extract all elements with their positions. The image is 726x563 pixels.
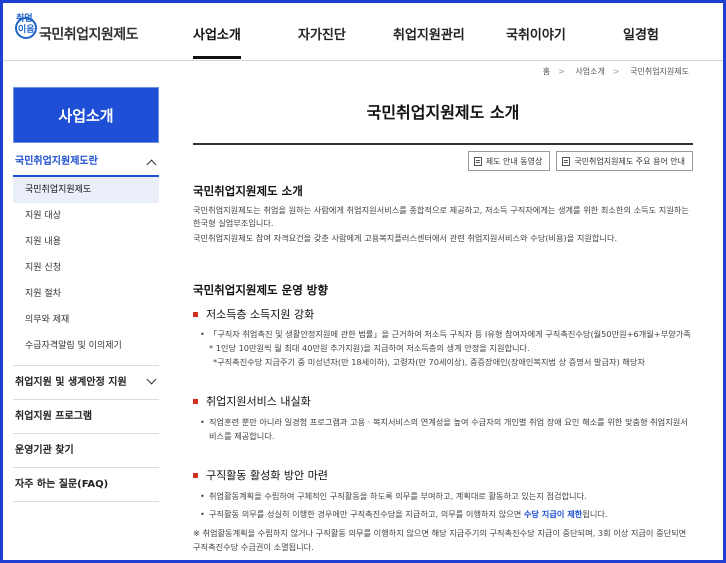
nav-item-stories[interactable]: 국취이야기 — [506, 24, 566, 43]
direction-2-label: 취업지원서비스 내실화 — [206, 395, 311, 408]
page-frame: 취업 이음 국민취업지원제도 사업소개 자가진단 취업지원관리 국취이야기 일경… — [0, 0, 726, 563]
sidebar-group-find-agency[interactable]: 운영기관 찾기 — [13, 434, 159, 468]
intro-paragraph-1: 국민취업지원제도는 취업을 원하는 사람에게 취업지원서비스를 종합적으로 제공… — [193, 205, 689, 228]
logo-text: 국민취업지원제도 — [39, 27, 139, 43]
document-icon — [473, 156, 482, 166]
video-guide-button[interactable]: 제도 안내 동영상 — [467, 151, 551, 171]
breadcrumb: 홈 > 사업소개 > 국민취업지원제도 — [539, 66, 693, 77]
red-square-bullet-icon — [193, 398, 198, 404]
breadcrumb-current: 국민취업지원제도 — [630, 67, 689, 76]
nav-item-intro[interactable]: 사업소개 — [193, 24, 241, 59]
nav-item-self-check[interactable]: 자가진단 — [298, 24, 346, 43]
terms-guide-label: 국민취업지원제도 주요 용어 안내 — [574, 156, 685, 166]
terms-guide-button[interactable]: 국민취업지원제도 주요 용어 안내 — [556, 151, 693, 171]
breadcrumb-intro[interactable]: 사업소개 — [575, 67, 604, 76]
nav-item-support-management[interactable]: 취업지원관리 — [393, 24, 465, 43]
video-guide-label: 제도 안내 동영상 — [485, 156, 543, 166]
sidebar-item-eligibility[interactable]: 지원 대상 — [13, 203, 159, 229]
direction-1-item-1: 「구직자 취업촉진 및 생활안정지원에 관한 법률」을 근거하여 저소득 구직자… — [200, 327, 693, 355]
sidebar-group-program[interactable]: 국민취업지원제도란 — [13, 147, 159, 177]
red-square-bullet-icon — [193, 472, 198, 478]
direction-3-item-2-end: 됩니다. — [582, 509, 608, 519]
sidebar-sub-list: 국민취업지원제도 지원 대상 지원 내용 지원 신청 지원 절차 의무와 제재 … — [13, 177, 159, 366]
direction-2-title: 취업지원서비스 내실화 — [193, 393, 311, 409]
sidebar-item-objection[interactable]: 수급자격알림 및 이의제기 — [13, 333, 159, 359]
nav-item-work-experience[interactable]: 일경험 — [623, 24, 659, 43]
sidebar-group-livelihood[interactable]: 취업지원 및 생계안정 지원 — [13, 366, 159, 400]
title-divider — [193, 143, 693, 145]
breadcrumb-separator-icon: > — [558, 67, 565, 76]
direction-heading: 국민취업지원제도 운영 방향 — [193, 283, 328, 297]
direction-1-label: 저소득층 소득지원 강화 — [206, 308, 315, 321]
direction-3-item-2-text: 구직활동 의무를 성실히 이행한 경우에만 구직촉진수당을 지급하고, 의무를 … — [209, 509, 524, 519]
direction-3-label: 구직활동 활성화 방안 마련 — [206, 469, 328, 482]
site-logo[interactable]: 취업 이음 국민취업지원제도 — [13, 9, 153, 49]
sidebar-group-faq[interactable]: 자주 하는 질문(FAQ) — [13, 468, 159, 502]
logo-line2: 이음 — [18, 25, 35, 35]
logo-mark-icon: 취업 이음 — [13, 9, 41, 43]
direction-3-title: 구직활동 활성화 방안 마련 — [193, 467, 328, 483]
direction-2-item-1: 직업훈련 뿐만 아니라 일경험 프로그램과 고용 · 복지서비스의 연계성을 높… — [200, 415, 693, 443]
sidebar-item-support-content[interactable]: 지원 내용 — [13, 229, 159, 255]
action-buttons: 제도 안내 동영상 국민취업지원제도 주요 용어 안내 — [467, 151, 693, 171]
sidebar-item-procedure[interactable]: 지원 절차 — [13, 281, 159, 307]
main-nav: 사업소개 자가진단 취업지원관리 국취이야기 일경험 — [163, 3, 723, 61]
chevron-down-icon — [146, 374, 157, 385]
direction-3-item-1: 취업활동계획을 수립하여 구체적인 구직활동을 하도록 의무를 부여하고, 계획… — [200, 489, 693, 503]
sidebar-group-label: 국민취업지원제도란 — [15, 156, 98, 167]
page-title: 국민취업지원제도 소개 — [366, 103, 520, 122]
sidebar-title: 사업소개 — [13, 87, 159, 143]
sidebar-item-obligations[interactable]: 의무와 제재 — [13, 307, 159, 333]
direction-1-title: 저소득층 소득지원 강화 — [193, 306, 314, 322]
breadcrumb-home[interactable]: 홈 — [543, 67, 550, 76]
document-icon — [562, 156, 571, 166]
sidebar-group-programs[interactable]: 취업지원 프로그램 — [13, 400, 159, 434]
direction-3-item-2: 구직활동 의무를 성실히 이행한 경우에만 구직촉진수당을 지급하고, 의무를 … — [200, 507, 693, 521]
sidebar-item-program[interactable]: 국민취업지원제도 — [13, 177, 159, 203]
obligation-note: ※ 취업활동계획을 수립하지 않거나 구직활동 의무를 이행하지 않으면 해당 … — [193, 528, 687, 552]
intro-heading: 국민취업지원제도 소개 — [193, 184, 303, 198]
intro-paragraph-2: 국민취업지원제도 참여 자격요건을 갖춘 사람에게 고용복지플러스센터에서 관련… — [193, 233, 618, 243]
site-header: 취업 이음 국민취업지원제도 사업소개 자가진단 취업지원관리 국취이야기 일경… — [3, 3, 723, 61]
allowance-restriction-highlight: 수당 지급이 제한 — [523, 509, 583, 519]
chevron-up-icon — [146, 159, 157, 170]
direction-1-footnote: *구직촉진수당 지급주기 중 미성년자(만 18세이하), 고령자(만 70세이… — [213, 357, 645, 367]
red-square-bullet-icon — [193, 311, 198, 317]
sidebar: 사업소개 국민취업지원제도란 국민취업지원제도 지원 대상 지원 내용 지원 신… — [13, 87, 159, 502]
sidebar-item-application[interactable]: 지원 신청 — [13, 255, 159, 281]
sidebar-group-label: 취업지원 및 생계안정 지원 — [15, 377, 127, 388]
breadcrumb-separator-icon: > — [612, 67, 620, 76]
